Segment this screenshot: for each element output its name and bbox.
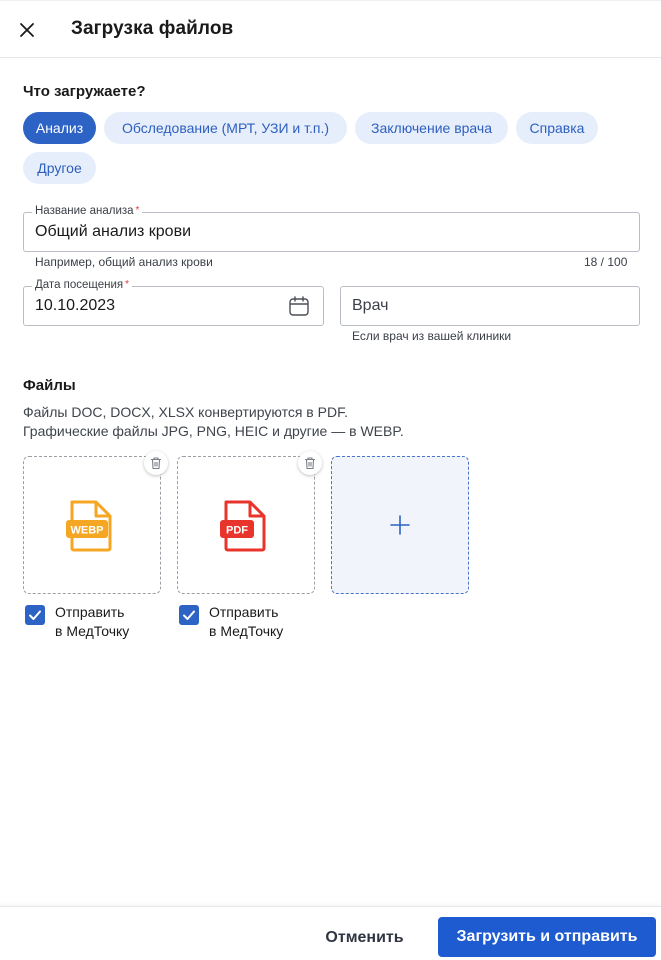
webp-file-type-label: WEBP [71,525,104,537]
checkmark-icon [183,610,195,620]
upload-and-send-button[interactable]: Загрузить и отправить [438,917,656,957]
chip-doctor-conclusion[interactable]: Заключение врача [355,112,508,144]
visit-date-label: Дата посещения * [32,279,133,291]
doctor-placeholder: Врач [352,297,389,314]
modal-header: Загрузка файлов [0,0,661,58]
cancel-button[interactable]: Отменить [308,918,421,958]
chip-examination[interactable]: Обследование (МРТ, УЗИ и т.п.) [104,112,347,144]
delete-file-button[interactable] [144,451,168,475]
close-icon [20,23,34,37]
send-to-medtochka-checkbox[interactable] [25,605,45,625]
pdf-file-type-label: PDF [226,525,248,537]
file-card-pdf[interactable]: PDF [177,451,322,594]
chip-analysis[interactable]: Анализ [23,112,96,144]
doctor-field[interactable]: Врач [340,286,640,326]
add-file-button[interactable] [331,456,469,594]
visit-date-value[interactable]: 10.10.2023 [35,297,115,315]
webp-file-icon: WEBP [66,499,116,558]
delete-file-button[interactable] [298,451,322,475]
upload-type-heading: Что загружаете? [23,83,146,100]
send-to-medtochka-label: Отправить в МедТочку [209,604,284,639]
send-to-medtochka-label: Отправить в МедТочку [55,604,130,639]
file-card-webp[interactable]: WEBP [23,451,168,594]
chip-other[interactable]: Другое [23,152,96,184]
analysis-name-label: Название анализа * [32,205,143,217]
modal-title: Загрузка файлов [71,18,234,39]
analysis-name-value[interactable]: Общий анализ крови [35,223,191,241]
plus-icon [390,515,410,535]
chip-certificate[interactable]: Справка [516,112,598,144]
calendar-icon [289,296,309,316]
checkmark-icon [29,610,41,620]
files-heading: Файлы [23,377,76,394]
analysis-name-counter: 18 / 100 [584,255,628,269]
trash-icon [305,457,315,470]
files-description-line2: Графические файлы JPG, PNG, HEIC и други… [23,423,404,439]
modal-footer: Отменить Загрузить и отправить [0,906,661,960]
pdf-file-icon: PDF [220,499,270,558]
visit-date-field[interactable]: Дата посещения * 10.10.2023 [23,279,324,326]
send-to-medtochka-checkbox[interactable] [179,605,199,625]
analysis-name-helper: Например, общий анализ крови [35,255,213,269]
trash-icon [151,457,161,470]
analysis-name-field[interactable]: Название анализа * Общий анализ крови [23,205,640,252]
doctor-helper: Если врач из вашей клиники [352,329,512,343]
close-button[interactable] [14,17,40,43]
calendar-button[interactable] [288,295,310,322]
files-description-line1: Файлы DOC, DOCX, XLSX конвертируются в P… [23,404,348,420]
